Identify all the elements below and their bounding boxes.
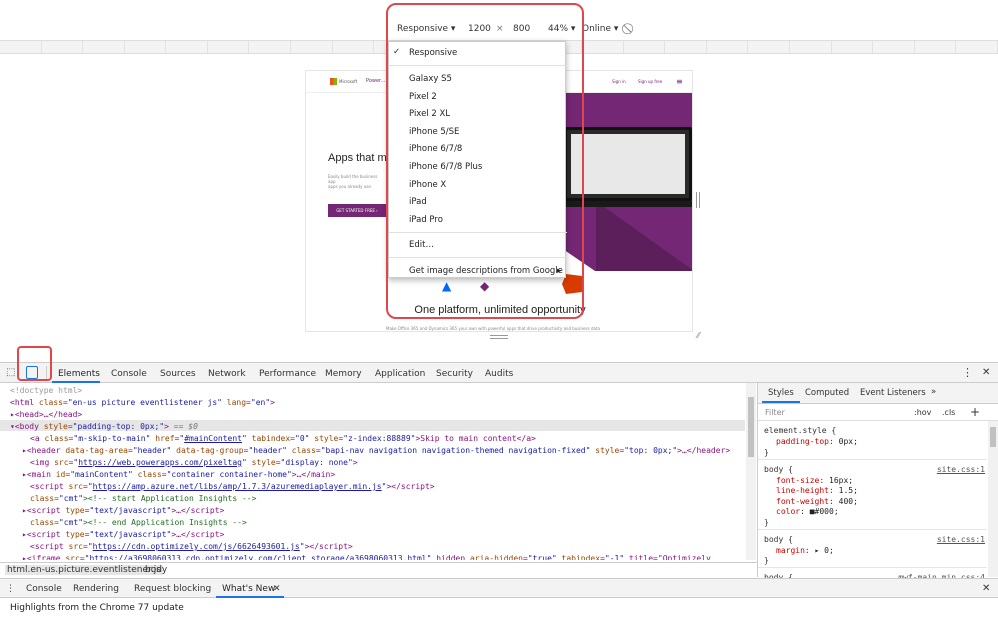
resize-handle-vertical[interactable]: [490, 335, 508, 339]
tab-computed[interactable]: Computed: [805, 388, 849, 398]
css-rule-selector[interactable]: body {: [764, 534, 793, 545]
devtools-tabbar: ⬚ Elements Console Sources Network Perfo…: [0, 362, 998, 383]
css-rule-close: }: [764, 447, 769, 457]
more-options-icon[interactable]: ⋮: [962, 366, 973, 379]
elements-tree[interactable]: <!doctype html> <html class="en-us pictu…: [0, 383, 757, 560]
section-subtitle: Make Office 365 and Dynamics 365 your ow…: [386, 326, 600, 331]
code-line[interactable]: class="cmt"><!-- start Application Insig…: [30, 493, 256, 504]
tab-sources[interactable]: Sources: [160, 369, 196, 379]
css-source-link[interactable]: site.css:1: [937, 534, 985, 545]
code-line[interactable]: ▸<header data-tag-area="header" data-tag…: [22, 445, 730, 456]
tab-memory[interactable]: Memory: [325, 369, 362, 379]
breadcrumb-item-body[interactable]: body: [145, 565, 167, 575]
css-property[interactable]: color: ■#000;: [776, 506, 839, 517]
drawer-tabbar: ⋮ Console Rendering Request blocking Wha…: [0, 578, 998, 598]
tab-network[interactable]: Network: [208, 369, 246, 379]
tab-audits[interactable]: Audits: [485, 369, 513, 379]
code-line[interactable]: <img src="https://web.powerapps.com/pixe…: [30, 457, 358, 468]
code-line[interactable]: <script src="https://cdn.optimizely.com/…: [30, 541, 353, 552]
css-property[interactable]: font-weight: 400;: [776, 496, 858, 507]
css-rule-close: }: [764, 517, 769, 527]
tab-elements[interactable]: Elements: [58, 369, 100, 379]
hover-state-button[interactable]: :hov: [914, 408, 931, 417]
close-devtools-icon[interactable]: ✕: [982, 367, 990, 378]
css-property[interactable]: font-size: 16px;: [776, 475, 853, 486]
drawer-tab-console[interactable]: Console: [26, 584, 62, 594]
css-source-link[interactable]: site.css:1: [937, 464, 985, 475]
tab-console[interactable]: Console: [111, 369, 147, 379]
code-line[interactable]: ▸<main id="mainContent" class="container…: [22, 469, 335, 480]
more-tabs-icon[interactable]: »: [931, 387, 936, 397]
drawer-tab-whats-new[interactable]: What's New: [222, 584, 275, 594]
css-rule-divider: [758, 528, 987, 530]
css-rule-selector[interactable]: element.style {: [764, 425, 836, 436]
microsoft-logo-icon: [330, 78, 337, 85]
active-styles-indicator: [762, 401, 800, 403]
network-throttle-select[interactable]: Online ▾: [582, 24, 618, 34]
get-started-button[interactable]: GET STARTED FREE ›: [328, 204, 386, 217]
scrollbar-thumb[interactable]: [748, 397, 754, 457]
tab-styles[interactable]: Styles: [768, 388, 794, 398]
brand-name: Microsoft: [339, 79, 358, 84]
highlight-annotation-toggle: [17, 346, 52, 381]
css-property[interactable]: margin: ▸ 0;: [776, 545, 834, 556]
css-rule-divider: [758, 458, 987, 460]
menu-icon[interactable]: ≡: [676, 77, 683, 86]
css-rule-close: }: [764, 556, 769, 565]
css-rule-selector[interactable]: body {: [764, 464, 793, 475]
drawer-menu-icon[interactable]: ⋮: [6, 584, 15, 594]
network-label: Online: [582, 24, 612, 34]
signup-link[interactable]: Sign up free: [638, 79, 662, 84]
whats-new-panel: Highlights from the Chrome 77 update: [0, 598, 998, 628]
whats-new-headline: Highlights from the Chrome 77 update: [10, 603, 184, 613]
hero-subtitle: Easily build the business app apps you a…: [328, 174, 378, 189]
drawer-tab-request-blocking[interactable]: Request blocking: [134, 584, 211, 594]
styles-filter-input[interactable]: Filter: [765, 408, 785, 417]
code-line[interactable]: class="cmt"><!-- end Application Insight…: [30, 517, 247, 528]
code-line[interactable]: <script src="https://amp.azure.net/libs/…: [30, 481, 435, 492]
code-line[interactable]: <html class="en-us picture eventlistener…: [10, 397, 275, 408]
code-line[interactable]: ▸<script type="text/javascript">…</scrip…: [22, 505, 224, 516]
inspect-element-icon[interactable]: ⬚: [6, 367, 15, 378]
styles-scrollbar[interactable]: [988, 421, 998, 577]
tab-security[interactable]: Security: [436, 369, 473, 379]
product-name[interactable]: Power...: [366, 78, 385, 84]
signin-link[interactable]: Sign in: [612, 79, 626, 84]
code-line[interactable]: ▸<head>…</head>: [10, 409, 82, 420]
elements-scrollbar[interactable]: [746, 383, 756, 560]
code-line[interactable]: <a class="m-skip-to-main" href="#mainCon…: [30, 433, 536, 444]
tab-event-listeners[interactable]: Event Listeners: [860, 388, 926, 398]
drawer-tab-rendering[interactable]: Rendering: [73, 584, 119, 594]
highlight-annotation-dropdown: [386, 3, 584, 319]
css-property[interactable]: padding-top: 0px;: [776, 436, 858, 447]
breadcrumb-item-html[interactable]: html.en-us.picture.eventlistener.js: [5, 565, 163, 575]
hero-title: Apps that m: [328, 152, 387, 164]
close-tab-icon[interactable]: ✕: [273, 584, 281, 594]
resize-corner-icon[interactable]: ⁄⁄: [697, 331, 700, 340]
styles-sidebar: Styles Computed Event Listeners » Filter…: [757, 383, 998, 585]
close-drawer-icon[interactable]: ✕: [982, 583, 990, 594]
code-line[interactable]: ▸<script type="text/javascript">…</scrip…: [22, 529, 224, 540]
breadcrumb: html.en-us.picture.eventlistener.js body: [0, 562, 757, 577]
css-property[interactable]: line-height: 1.5;: [776, 485, 858, 496]
resize-handle-horizontal[interactable]: [696, 192, 700, 208]
code-line[interactable]: ▾<body style="padding-top: 0px;"> == $0: [10, 421, 198, 432]
class-toggle-button[interactable]: .cls: [942, 408, 955, 417]
styles-scrollbar-thumb[interactable]: [990, 427, 996, 447]
css-rule-divider: [758, 567, 987, 568]
code-line[interactable]: ▸<iframe src="https://a3698060313.cdn.op…: [22, 553, 711, 560]
tab-application[interactable]: Application: [375, 369, 425, 379]
code-line[interactable]: <!doctype html>: [10, 385, 82, 396]
tab-performance[interactable]: Performance: [259, 369, 316, 379]
add-rule-icon[interactable]: +: [970, 405, 980, 419]
